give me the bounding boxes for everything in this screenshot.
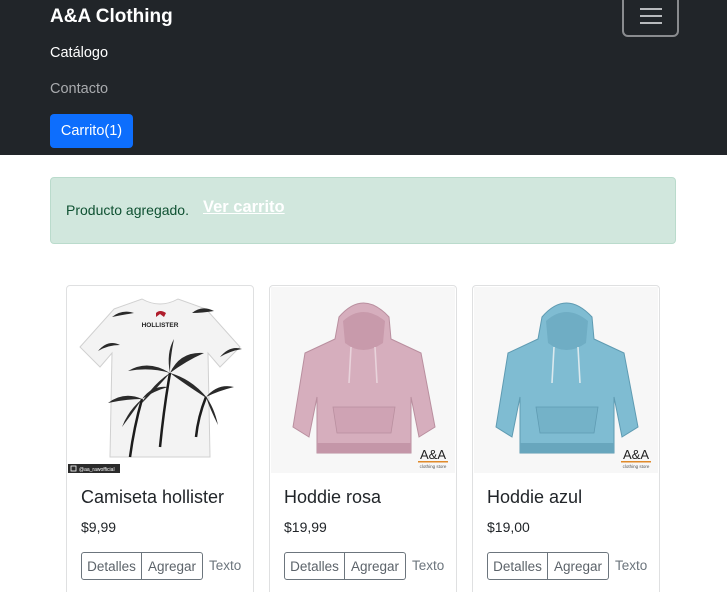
product-image-blue-hoodie: A&A clothing store (474, 287, 658, 473)
alert-message: Producto agregado. (66, 202, 189, 218)
product-card: A&A clothing store Hoddie rosa $19,99 De… (269, 285, 457, 592)
success-alert: Producto agregado. Ver carrito (50, 177, 676, 244)
brand-link[interactable]: A&A Clothing (50, 6, 173, 28)
product-price: $9,99 (81, 519, 117, 535)
brand-logo-sub: clothing store (623, 464, 650, 469)
add-to-cart-button[interactable]: Agregar (548, 552, 609, 580)
details-button[interactable]: Detalles (487, 552, 548, 580)
product-name: Hoddie azul (487, 487, 583, 507)
product-button-group: Detalles Agregar (81, 552, 203, 580)
product-image-tshirt: HOLLISTER @aa_rawofficial (68, 287, 252, 473)
hamburger-icon-bar (640, 15, 662, 17)
brand-logo: A&A (623, 447, 649, 462)
menu-toggle-button[interactable] (622, 0, 679, 37)
product-button-group: Detalles Agregar (284, 552, 406, 580)
details-button[interactable]: Detalles (284, 552, 345, 580)
product-image-pink-hoodie: A&A clothing store (271, 287, 455, 473)
image-watermark: @aa_rawofficial (79, 467, 115, 473)
product-card: HOLLISTER @aa_rawofficial Camiseta holli… (66, 285, 254, 592)
tshirt-brand-text: HOLLISTER (142, 322, 179, 329)
product-button-group: Detalles Agregar (487, 552, 609, 580)
product-price: $19,00 (487, 519, 530, 535)
text-link[interactable]: Texto (209, 558, 241, 573)
product-card: A&A clothing store Hoddie azul $19,00 De… (472, 285, 660, 592)
text-link[interactable]: Texto (412, 558, 444, 573)
brand-logo: A&A (420, 447, 446, 462)
add-to-cart-button[interactable]: Agregar (142, 552, 203, 580)
hamburger-icon (640, 8, 662, 10)
details-button[interactable]: Detalles (81, 552, 142, 580)
product-name: Camiseta hollister (81, 487, 225, 507)
cart-button[interactable]: Carrito(1) (50, 114, 133, 148)
navbar: A&A Clothing Catálogo Contacto Carrito(1… (0, 0, 727, 155)
add-to-cart-button[interactable]: Agregar (345, 552, 406, 580)
brand-logo-sub: clothing store (420, 464, 447, 469)
nav-link-catalogo[interactable]: Catálogo (50, 45, 108, 61)
hamburger-icon-bar (640, 22, 662, 24)
view-cart-link[interactable]: Ver carrito (203, 198, 285, 217)
text-link[interactable]: Texto (615, 558, 647, 573)
nav-link-contacto[interactable]: Contacto (50, 81, 108, 97)
product-name: Hoddie rosa (284, 487, 382, 507)
product-price: $19,99 (284, 519, 327, 535)
